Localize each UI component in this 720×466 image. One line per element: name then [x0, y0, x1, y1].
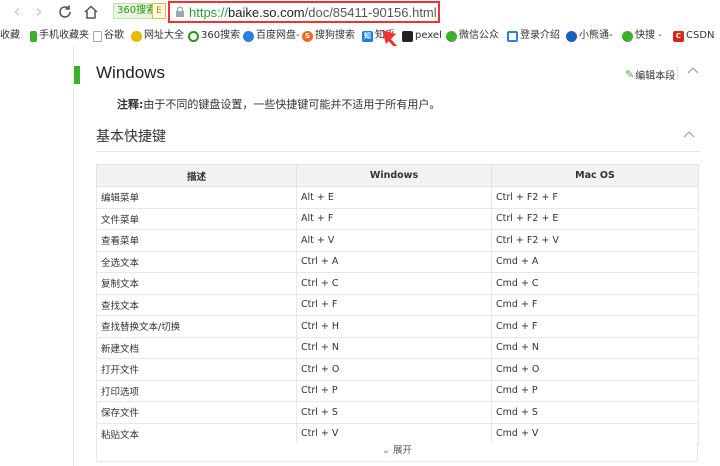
table-cell: Ctrl + S — [296, 401, 492, 424]
360-icon — [188, 30, 199, 42]
table-cell: 查找替换文本/切换 — [96, 315, 297, 338]
table-cell: 查找文本 — [96, 293, 297, 316]
bear-icon — [566, 30, 577, 42]
table-cell: Alt + E — [296, 186, 492, 209]
bookmark-item[interactable]: 手机收藏夹 — [30, 26, 89, 46]
section-marker — [74, 66, 80, 84]
table-cell: Ctrl + F2 + F — [491, 186, 699, 209]
home-icon[interactable] — [80, 1, 102, 23]
column-header: Windows — [296, 164, 492, 187]
zhihu-icon: 知 — [362, 30, 373, 42]
table-cell: 打开文件 — [96, 358, 297, 381]
table-cell: 编辑菜单 — [96, 186, 297, 209]
bookmark-item[interactable]: 百度网盘- — [243, 26, 300, 46]
table-row: 文件菜单 Alt + F Ctrl + F2 + E — [96, 207, 699, 230]
section-title: Windows — [96, 63, 165, 82]
table-row: 编辑菜单 Alt + E Ctrl + F2 + F — [96, 186, 699, 209]
csdn-icon: C — [673, 30, 684, 42]
table-cell: Cmd + N — [491, 336, 699, 359]
table-cell: 打印选项 — [96, 379, 297, 402]
back-icon[interactable]: ‹ — [6, 1, 28, 23]
subsection-title: 基本快捷键 — [96, 129, 166, 145]
reload-icon[interactable] — [54, 1, 76, 23]
chevron-down-icon: ⌄ — [381, 445, 390, 456]
table-row: 全选文本 Ctrl + A Cmd + A — [96, 250, 699, 273]
pencil-icon: ✎ — [625, 68, 635, 81]
table-cell: 保存文件 — [96, 401, 297, 424]
table-cell: Ctrl + N — [296, 336, 492, 359]
page-icon — [93, 30, 102, 42]
engine-switch-icon[interactable]: E — [152, 3, 166, 19]
table-cell: Cmd + S — [491, 401, 699, 424]
bookmark-item[interactable]: 登录介绍 — [507, 26, 560, 46]
bookmarks-bar: 收藏 手机收藏夹 谷歌 网址大全 360搜索 百度网盘- S 搜狗搜索 知知乎 p… — [0, 26, 720, 46]
divider — [96, 151, 700, 152]
shortcuts-table: 描述 Windows Mac OS 编辑菜单 Alt + E Ctrl + F2 +… — [96, 164, 699, 445]
phone-icon — [30, 30, 37, 42]
chevron-up-icon[interactable] — [686, 64, 700, 78]
table-cell: Cmd + O — [491, 358, 699, 381]
bookmark-item[interactable]: pexel — [402, 26, 442, 46]
table-cell: Ctrl + O — [296, 358, 492, 381]
table-row: 复制文本 Ctrl + C Cmd + C — [96, 272, 699, 295]
bookmark-item[interactable]: 谷歌 — [93, 26, 124, 46]
table-cell: Cmd + F — [491, 315, 699, 338]
table-cell: Ctrl + F — [296, 293, 492, 316]
table-cell: 复制文本 — [96, 272, 297, 295]
table-cell: Ctrl + P — [296, 379, 492, 402]
wechat-icon — [446, 30, 457, 42]
url-text[interactable]: https://baike.so.com/doc/85411-90156.htm… — [189, 4, 437, 21]
triangle-icon — [507, 30, 518, 42]
table-cell: 文件菜单 — [96, 207, 297, 230]
compass-icon — [131, 30, 142, 42]
table-cell: Cmd + P — [491, 379, 699, 402]
table-row: 保存文件 Ctrl + S Cmd + S — [96, 401, 699, 424]
bookmark-item[interactable]: 网址大全 — [131, 26, 184, 46]
table-row: 新建文档 Ctrl + N Cmd + N — [96, 336, 699, 359]
table-cell: Ctrl + A — [296, 250, 492, 273]
lock-icon — [176, 6, 184, 17]
column-header: 描述 — [96, 164, 297, 187]
table-row: 查看菜单 Alt + V Ctrl + F2 + V — [96, 229, 699, 252]
divider — [677, 66, 678, 80]
column-header: Mac OS — [491, 164, 699, 187]
table-cell: Cmd + F — [491, 293, 699, 316]
table-cell: Ctrl + F2 + E — [491, 207, 699, 230]
table-cell: Cmd + C — [491, 272, 699, 295]
bookmark-item[interactable]: 小熊通- — [566, 26, 613, 46]
bookmark-item[interactable]: 知知乎 — [362, 26, 395, 46]
bookmark-item[interactable]: 360搜索 — [188, 26, 240, 46]
table-header-row: 描述 Windows Mac OS — [96, 164, 699, 187]
pexel-icon — [402, 30, 413, 42]
forward-icon[interactable]: › — [28, 1, 50, 23]
bookmark-item[interactable]: 快搜 - — [622, 26, 662, 46]
expand-button[interactable]: ⌄ 展开 — [96, 442, 698, 462]
bookmark-item[interactable]: 微信公众 — [446, 26, 499, 46]
bookmark-item[interactable]: C CSDN — [673, 26, 715, 46]
bookmark-item[interactable]: 收藏 — [0, 26, 20, 46]
note-text: 注释:由于不同的键盘设置，一些快捷键可能并不适用于所有用户。 — [117, 98, 441, 111]
table-row: 打开文件 Ctrl + O Cmd + O — [96, 358, 699, 381]
address-bar[interactable]: https://baike.so.com/doc/85411-90156.htm… — [168, 1, 440, 23]
browser-toolbar: ‹ › 360搜索 E https://baike.so.com/doc/854… — [0, 0, 720, 24]
cloud-icon — [243, 30, 254, 42]
table-row: 查找文本 Ctrl + F Cmd + F — [96, 293, 699, 316]
table-cell: Cmd + A — [491, 250, 699, 273]
edit-section-link[interactable]: ✎ 编辑本段 — [625, 67, 675, 82]
table-cell: Ctrl + H — [296, 315, 492, 338]
kuaisou-icon — [622, 30, 633, 42]
sogou-icon: S — [302, 30, 313, 42]
bookmark-item[interactable]: S 搜狗搜索 — [302, 26, 355, 46]
table-cell: Ctrl + F2 + V — [491, 229, 699, 252]
chevron-up-icon[interactable] — [682, 128, 696, 142]
table-cell: Alt + V — [296, 229, 492, 252]
table-cell: 全选文本 — [96, 250, 297, 273]
table-row: 打印选项 Ctrl + P Cmd + P — [96, 379, 699, 402]
table-row: 查找替换文本/切换 Ctrl + H Cmd + F — [96, 315, 699, 338]
table-cell: Alt + F — [296, 207, 492, 230]
article-content: Windows ✎ 编辑本段 注释:由于不同的键盘设置，一些快捷键可能并不适用于所… — [73, 46, 720, 466]
table-cell: 查看菜单 — [96, 229, 297, 252]
table-cell: Ctrl + C — [296, 272, 492, 295]
table-cell: 新建文档 — [96, 336, 297, 359]
